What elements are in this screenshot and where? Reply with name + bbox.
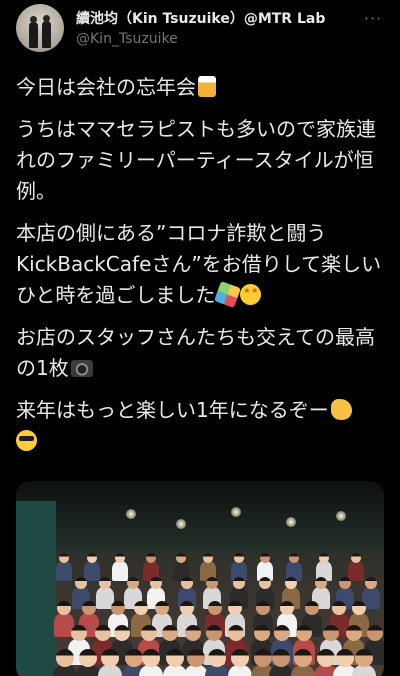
photo-person-head [231,649,250,667]
photo-person-head [271,649,290,667]
photo-person-head [58,553,69,563]
photo-person-head [95,625,112,641]
photo-person-body [55,561,72,581]
photo-person-body [83,561,100,581]
photo-person-head [253,649,272,667]
photo-person-head [335,649,354,667]
photo-person-head [366,625,383,641]
photo-person-head [111,601,126,615]
author-names: 續池均（Kin Tsuzuike）@MTR Lab @Kin_Tsuzuike [76,10,356,48]
photo-person-head [338,577,351,589]
photo-person-head [161,625,178,641]
photo-person-head [86,553,97,563]
photo-person-head [186,649,205,667]
photo-person-head [259,553,270,563]
photo-person-head [208,601,223,615]
avatar[interactable] [16,4,64,52]
photo-person-head [140,625,157,641]
avatar-head-right [43,15,50,22]
photo-person-head [254,625,271,641]
tweet-paragraph-5: 来年はもっと楽しい1年になるぞー [16,395,384,457]
photo-person-head [71,625,88,641]
tweet-paragraph-3: 本店の側にある”コロナ詐欺と闘うKickBackCafeさん”をお借りして楽しい… [16,218,384,311]
photo-person-head [205,625,222,641]
photo-person-head [142,649,161,667]
photo-person-head [304,601,319,615]
star-struck-icon [240,284,262,305]
tweet-paragraph-3-text: 本店の側にある”コロナ詐欺と闘うKickBackCafeさん”をお借りして楽しい… [16,221,382,307]
photo-light [286,517,296,527]
photo-person-head [354,649,373,667]
display-name[interactable]: 續池均（Kin Tsuzuike）@MTR Lab [76,10,356,28]
tweet-paragraph-1-text: 今日は会社の忘年会 [16,75,196,99]
sunglasses-icon [16,430,37,451]
photo-person-head [113,625,130,641]
tweet-paragraph-2: うちはママセラピストも多いので家族連れのファミリーパーティースタイルが恒例。 [16,114,384,207]
photo-person-head [316,649,335,667]
photo-wall [16,501,56,676]
user-handle[interactable]: @Kin_Tsuzuike [76,30,356,48]
more-horizontal-icon[interactable]: ··· [362,11,384,28]
photo-light [126,509,136,519]
photo-person-head [346,625,363,641]
avatar-person-left [29,22,38,48]
photo-person-body [111,561,128,581]
tweet-paragraph-2-text: うちはママセラピストも多いので家族連れのファミリーパーティースタイルが恒例。 [16,117,376,203]
photo-person-head [228,625,245,641]
photo-person-head [202,553,213,563]
photo-light [336,511,346,521]
photo-person-head [165,649,184,667]
photo-person-head [184,625,201,641]
tweet-paragraph-1: 今日は会社の忘年会 [16,72,384,103]
avatar-head-left [30,16,37,23]
photo-person-head [293,649,312,667]
photo-person-head [350,553,361,563]
photo-ceiling [16,481,384,551]
group-photo[interactable] [16,481,384,676]
tweet-text: 今日は会社の忘年会 うちはママセラピストも多いので家族連れのファミリーパーティー… [16,72,384,468]
photo-person-head [233,553,244,563]
photo-light [231,507,241,517]
photo-person-head [149,577,162,589]
photo-person-head [207,649,226,667]
avatar-person-right [42,21,51,48]
tweet-paragraph-4-text: お店のスタッフさんたちも交えての最高の1枚 [16,325,375,380]
camera-flash-icon [70,360,93,377]
photo-person-head [318,553,329,563]
tweet: 續池均（Kin Tsuzuike）@MTR Lab @Kin_Tsuzuike … [0,0,400,676]
tweet-paragraph-5-text: 来年はもっと楽しい1年になるぞー [16,398,329,422]
photo-person-head [154,601,169,615]
tweet-paragraph-4: お店のスタッフさんたちも交えての最高の1枚 [16,322,384,384]
photo-person-head [255,601,270,615]
beer-mugs-icon [198,76,216,97]
photo-person-head [323,625,340,641]
photo-light [176,519,186,529]
photo-person-head [145,553,156,563]
photo-person-head [258,577,271,589]
photo-person-head [114,553,125,563]
photo-person-head [315,577,328,589]
photo-person-head [273,625,290,641]
call-me-hand-icon [330,399,352,420]
photo-person-body [347,561,364,581]
party-popper-icon [214,281,242,308]
tweet-header: 續池均（Kin Tsuzuike）@MTR Lab @Kin_Tsuzuike … [16,4,384,54]
photo-person-head [296,625,313,641]
